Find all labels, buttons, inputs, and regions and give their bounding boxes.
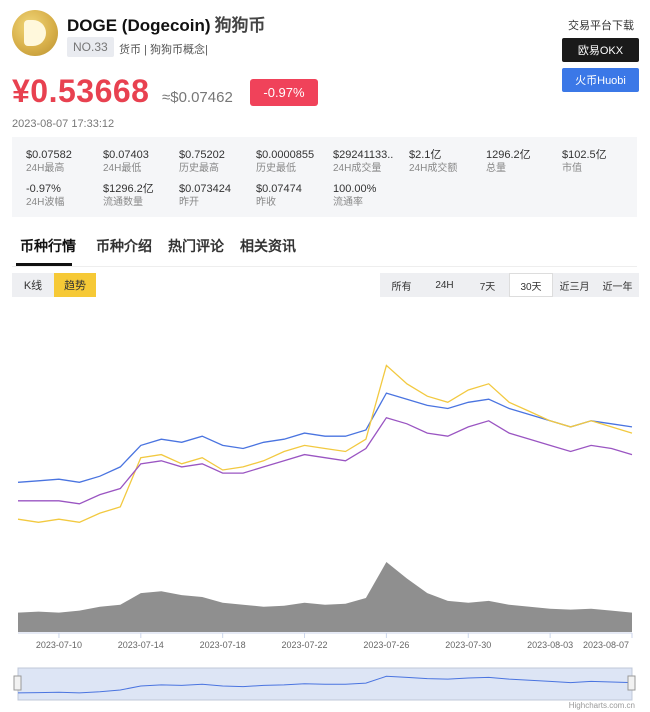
chart-credit: Highcharts.com.cn bbox=[569, 701, 635, 710]
stat-prev-open: $0.073424 昨开 bbox=[179, 183, 251, 209]
stat-label: 总量 bbox=[486, 163, 506, 174]
tab-active-underline bbox=[16, 263, 72, 266]
stat-value: $0.07474 bbox=[256, 183, 302, 195]
coin-symbol-name: DOGE (Dogecoin) bbox=[67, 16, 211, 35]
range-1y[interactable]: 近一年 bbox=[596, 273, 639, 297]
price-usd: ≈$0.07462 bbox=[162, 89, 233, 106]
trend-button[interactable]: 趋势 bbox=[54, 273, 96, 297]
volume-area bbox=[18, 562, 632, 632]
stat-circulating: $1296.2亿 流通数量 bbox=[103, 183, 175, 209]
navigator-right-handle[interactable] bbox=[627, 675, 636, 691]
x-tick-label: 2023-07-18 bbox=[200, 640, 246, 650]
stat-total-supply: 1296.2亿 总量 bbox=[486, 149, 558, 175]
x-tick-label: 2023-07-14 bbox=[118, 640, 164, 650]
stat-value: $0.0000855 bbox=[256, 149, 315, 161]
price-series-line-0 bbox=[17, 392, 633, 483]
stat-value: $0.07403 bbox=[103, 149, 149, 161]
price-cny: ¥0.53668 bbox=[12, 73, 150, 109]
okx-button[interactable]: 欧易OKX bbox=[562, 38, 639, 62]
dogecoin-logo bbox=[12, 10, 58, 56]
stats-panel: $0.07582 24H最高 $0.07403 24H最低 $0.75202 历史最高… bbox=[12, 137, 637, 217]
logo-d-mark bbox=[24, 20, 46, 46]
volume-area-layer bbox=[18, 562, 632, 632]
stat-value: -0.97% bbox=[26, 183, 61, 195]
x-tick-label: 2023-07-10 bbox=[36, 640, 82, 650]
stat-value: $102.5亿 bbox=[562, 149, 607, 161]
stat-24h-range: -0.97% 24H波幅 bbox=[26, 183, 98, 209]
stat-circulation-rate: 100.00% 流通率 bbox=[333, 183, 405, 209]
tab-divider bbox=[12, 266, 637, 267]
stat-value: $0.073424 bbox=[179, 183, 231, 195]
stat-value: $1296.2亿 bbox=[103, 183, 154, 195]
coin-title: DOGE (Dogecoin) 狗狗币 bbox=[67, 11, 266, 36]
coin-tags: 货币 | 狗狗币概念| bbox=[119, 44, 208, 56]
stat-value: $0.75202 bbox=[179, 149, 225, 161]
tab-news[interactable]: 相关资讯 bbox=[240, 236, 296, 256]
stat-market-cap: $102.5亿 市值 bbox=[562, 149, 634, 175]
stat-value: 1296.2亿 bbox=[486, 149, 531, 161]
stat-label: 24H最低 bbox=[103, 163, 142, 174]
stat-prev-close: $0.07474 昨收 bbox=[256, 183, 328, 209]
exchange-download-title: 交易平台下载 bbox=[568, 20, 634, 32]
tab-bar: 币种行情 币种介绍 热门评论 相关资讯 bbox=[0, 236, 650, 266]
stat-label: 流通率 bbox=[333, 197, 363, 208]
range-7d[interactable]: 7天 bbox=[466, 273, 509, 297]
x-axis-ticks: 2023-07-10 2023-07-14 2023-07-18 2023-07-22… bbox=[36, 633, 633, 650]
stat-value: $29241133... bbox=[333, 149, 393, 161]
range-all[interactable]: 所有 bbox=[380, 273, 423, 297]
x-tick-label: 2023-07-22 bbox=[282, 640, 328, 650]
x-tick-label: 2023-07-26 bbox=[363, 640, 409, 650]
kline-button[interactable]: K线 bbox=[12, 273, 54, 297]
stat-label: 历史最高 bbox=[179, 163, 219, 174]
huobi-button[interactable]: 火币Huobi bbox=[562, 68, 639, 92]
tab-comments[interactable]: 热门评论 bbox=[168, 236, 224, 256]
price-timestamp: 2023-08-07 17:33:12 bbox=[12, 118, 115, 130]
range-30d[interactable]: 30天 bbox=[509, 273, 553, 297]
price-change-badge: -0.97% bbox=[250, 79, 318, 106]
coin-cn-name: 狗狗币 bbox=[214, 16, 266, 35]
tab-market[interactable]: 币种行情 bbox=[20, 236, 76, 256]
stat-atl: $0.0000855 历史最低 bbox=[256, 149, 328, 175]
tab-intro[interactable]: 币种介绍 bbox=[96, 236, 152, 256]
stat-value: $0.07582 bbox=[26, 149, 72, 161]
stat-24h-low: $0.07403 24H最低 bbox=[103, 149, 175, 175]
stat-label: 历史最低 bbox=[256, 163, 296, 174]
stat-label: 昨开 bbox=[179, 197, 199, 208]
stat-value: 100.00% bbox=[333, 183, 377, 195]
stat-label: 24H成交量 bbox=[333, 163, 382, 174]
price-trend-chart: 2023-07-10 2023-07-14 2023-07-18 2023-07-22… bbox=[13, 364, 636, 710]
stat-ath: $0.75202 历史最高 bbox=[179, 149, 251, 175]
range-24h[interactable]: 24H bbox=[423, 273, 466, 297]
stat-value: $2.1亿 bbox=[409, 149, 442, 161]
stat-24h-turnover: $2.1亿 24H成交额 bbox=[409, 149, 481, 175]
x-tick-label: 2023-08-03 bbox=[527, 640, 573, 650]
stat-label: 流通数量 bbox=[103, 197, 143, 208]
stat-label: 24H成交额 bbox=[409, 163, 458, 174]
x-tick-label: 2023-08-07 bbox=[583, 640, 629, 650]
navigator-left-handle[interactable] bbox=[13, 675, 22, 691]
stat-24h-high: $0.07582 24H最高 bbox=[26, 149, 98, 175]
chart-mode-toggle: K线 趋势 bbox=[12, 273, 96, 297]
x-tick-label: 2023-07-30 bbox=[445, 640, 491, 650]
range-selector: 所有 24H 7天 30天 近三月 近一年 bbox=[380, 273, 639, 297]
price-lines-layer bbox=[17, 364, 633, 523]
price-series-line-1 bbox=[17, 364, 633, 523]
stat-24h-volume: $29241133... 24H成交量 bbox=[333, 149, 393, 175]
price-series-line-2 bbox=[18, 416, 633, 505]
stat-label: 市值 bbox=[562, 163, 582, 174]
range-3m[interactable]: 近三月 bbox=[553, 273, 596, 297]
stat-label: 24H波幅 bbox=[26, 197, 65, 208]
stat-label: 24H最高 bbox=[26, 163, 65, 174]
stat-label: 昨收 bbox=[256, 197, 276, 208]
rank-badge: NO.33 bbox=[67, 37, 114, 57]
